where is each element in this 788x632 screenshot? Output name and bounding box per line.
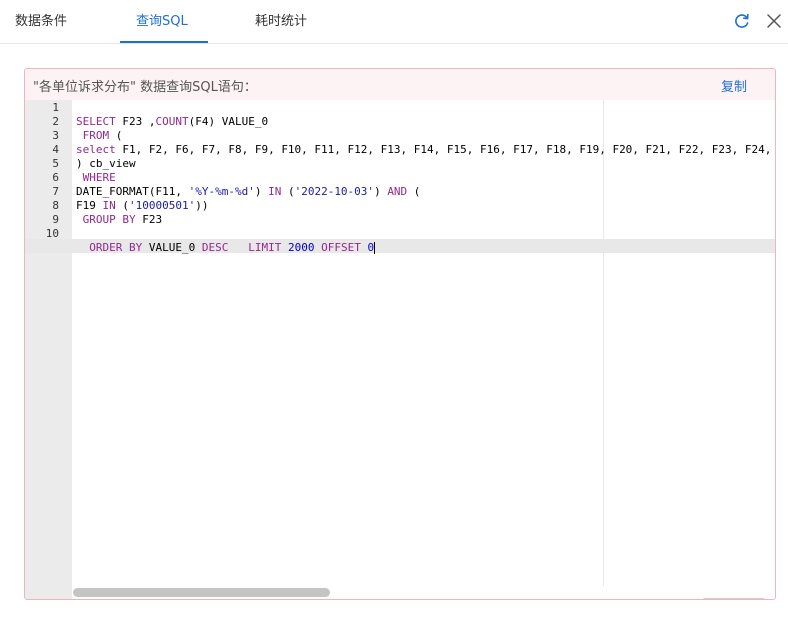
code-line: F19 IN ('10000501')) bbox=[76, 199, 208, 213]
code-token: select bbox=[76, 143, 116, 156]
code-line: SELECT F23 ,COUNT(F4) VALUE_0 bbox=[76, 115, 268, 129]
code-token: (F4) VALUE_0 bbox=[188, 115, 269, 128]
code-token: F23 , bbox=[115, 115, 156, 128]
code-token: IN bbox=[102, 199, 116, 212]
line-number-gutter: 1234567891011 bbox=[25, 100, 72, 599]
line-number: 4 bbox=[52, 143, 59, 156]
close-icon[interactable] bbox=[763, 10, 785, 32]
text-cursor bbox=[374, 242, 376, 254]
sql-code-editor[interactable]: 1234567891011 SELECT F23 ,COUNT(F4) VALU… bbox=[25, 100, 775, 599]
line-number: 9 bbox=[52, 213, 59, 226]
code-token: F1, F2, F6, F7, F8, F9, F10, F11, F12, F… bbox=[115, 143, 772, 156]
line-number: 7 bbox=[52, 185, 59, 198]
code-token: ( bbox=[115, 199, 129, 212]
code-line: FROM ( bbox=[76, 129, 123, 143]
code-line: ORDER BY VALUE_0 DESC LIMIT 2000 OFFSET … bbox=[76, 241, 376, 255]
code-token: '10000501' bbox=[129, 199, 196, 212]
fullscreen-button[interactable]: 全屏 bbox=[702, 598, 766, 599]
code-token: DATE_FORMAT(F11, bbox=[76, 185, 189, 198]
code-token: '%Y-%m-%d' bbox=[188, 185, 255, 198]
code-token: COUNT bbox=[155, 115, 189, 128]
line-number: 2 bbox=[52, 115, 59, 128]
code-token: '2022-10-03' bbox=[294, 185, 375, 198]
line-number: 8 bbox=[52, 199, 59, 212]
line-number: 3 bbox=[52, 129, 59, 142]
refresh-icon[interactable] bbox=[731, 10, 753, 32]
code-token: ( bbox=[281, 185, 295, 198]
code-line: WHERE bbox=[76, 171, 116, 185]
code-token: DESC bbox=[201, 241, 229, 254]
code-token: F23 bbox=[135, 213, 163, 226]
code-token: ) bbox=[374, 185, 388, 198]
code-token: ) bbox=[254, 185, 269, 198]
code-token: VALUE_0 bbox=[142, 241, 202, 254]
line-number: 1 bbox=[52, 101, 59, 114]
code-line: GROUP BY F23 bbox=[76, 213, 162, 227]
code-token: SELECT bbox=[76, 115, 116, 128]
line-number: 6 bbox=[52, 171, 59, 184]
code-token: )) bbox=[195, 199, 209, 212]
code-line: select F1, F2, F6, F7, F8, F9, F10, F11,… bbox=[76, 143, 771, 157]
tab-data-conditions[interactable]: 数据条件 bbox=[15, 0, 67, 44]
code-token: IN bbox=[268, 185, 282, 198]
code-token: ( bbox=[407, 185, 421, 198]
code-token: F19 bbox=[76, 199, 103, 212]
tab-time-statistics[interactable]: 耗时统计 bbox=[255, 0, 307, 44]
print-margin bbox=[603, 100, 604, 586]
line-number: 5 bbox=[52, 157, 59, 170]
code-token: LIMIT bbox=[248, 241, 282, 254]
code-token: ( bbox=[109, 129, 123, 142]
code-token: GROUP BY bbox=[82, 213, 136, 226]
active-tab-indicator bbox=[120, 41, 208, 43]
code-token: ) cb_view bbox=[76, 157, 136, 170]
code-token: ORDER BY bbox=[89, 241, 143, 254]
tab-bar: 数据条件 查询SQL 耗时统计 bbox=[0, 0, 788, 44]
code-token: FROM bbox=[82, 129, 110, 142]
code-token: OFFSET bbox=[321, 241, 361, 254]
tab-query-sql[interactable]: 查询SQL bbox=[136, 0, 188, 44]
code-token: AND bbox=[387, 185, 408, 198]
code-line: ) cb_view bbox=[76, 157, 136, 171]
code-token: 0 bbox=[367, 241, 375, 254]
code-line: DATE_FORMAT(F11, '%Y-%m-%d') IN ('2022-1… bbox=[76, 185, 420, 199]
code-token: 2000 bbox=[287, 241, 315, 254]
code-token: WHERE bbox=[82, 171, 116, 184]
horizontal-scrollbar[interactable] bbox=[73, 588, 330, 597]
sql-panel-title: "各单位诉求分布" 数据查询SQL语句： bbox=[33, 80, 257, 95]
sql-panel-header: "各单位诉求分布" 数据查询SQL语句： 复制 bbox=[25, 69, 775, 100]
copy-button[interactable]: 复制 bbox=[721, 76, 747, 95]
sql-panel: "各单位诉求分布" 数据查询SQL语句： 复制 1234567891011 SE… bbox=[24, 68, 776, 600]
